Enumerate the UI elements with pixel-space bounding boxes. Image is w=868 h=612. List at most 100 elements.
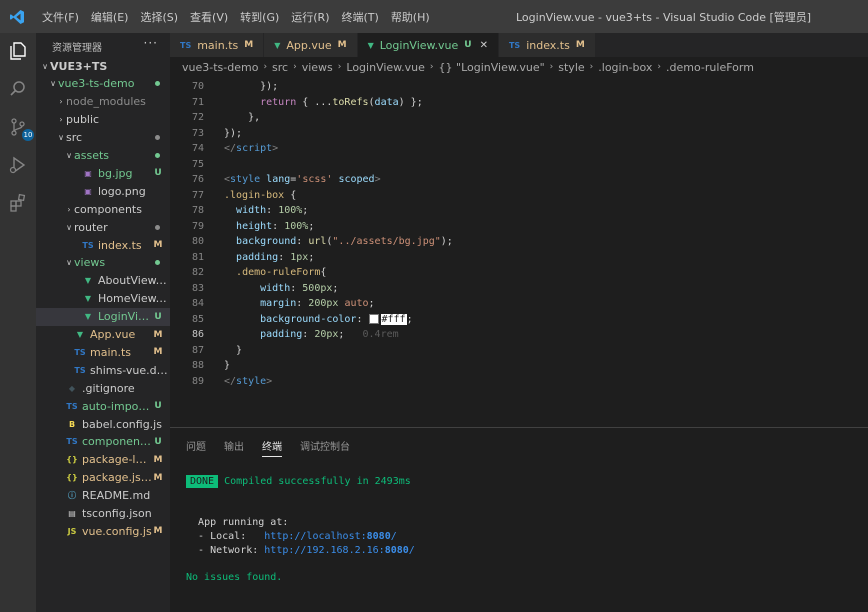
code-text: height: 100%; — [236, 220, 315, 232]
tab-index-ts[interactable]: TS index.ts M — [498, 33, 596, 57]
file-type-icon: ▤ — [68, 509, 76, 518]
search-icon[interactable] — [6, 77, 30, 101]
breadcrumb-item[interactable]: vue3-ts-demo — [182, 61, 258, 74]
code-line: 85 background-color: #fff; — [170, 312, 868, 327]
breadcrumb-item[interactable]: style — [558, 61, 584, 74]
code-line: 75 — [170, 157, 868, 172]
breadcrumb-item[interactable]: .demo-ruleForm — [666, 61, 754, 74]
title-bar: 文件(F) 编辑(E) 选择(S) 查看(V) 转到(G) 运行(R) 终端(T) 帮助(H)… — [0, 0, 868, 33]
tree-item-label: vue.config.js — [82, 524, 152, 538]
tree-item[interactable]: ∨ vue3-ts-demo — [36, 75, 170, 93]
tab-app-vue[interactable]: ▼ App.vue M — [264, 33, 358, 57]
tab-loginview-vue[interactable]: ▼ LoginView.vue U ✕ — [357, 33, 499, 57]
source-control-icon[interactable]: 10 — [6, 115, 34, 141]
tree-item[interactable]: ▣ logo.png — [36, 182, 170, 200]
tree-item[interactable]: ▼ LoginView.vueU — [36, 307, 170, 326]
tree-item[interactable]: ∨ assets — [36, 147, 170, 165]
tree-item-label: tsconfig.json — [82, 507, 152, 520]
line-number: 84 — [191, 298, 204, 309]
menu-item[interactable]: 查看(V) — [184, 9, 234, 25]
tree-item[interactable]: ∨ views — [36, 254, 170, 272]
breadcrumb-item[interactable]: {} "LoginView.vue" — [439, 61, 545, 74]
breadcrumb-item[interactable]: views — [302, 61, 333, 74]
tree-item[interactable]: ▼ App.vue M — [36, 326, 170, 344]
code-line: 86 padding: 20px; 0.4rem — [170, 327, 868, 342]
tree-item-label: HomeView.vue — [98, 292, 170, 306]
tree-item[interactable]: › components — [36, 200, 170, 218]
tree-item[interactable]: {} package.json M — [36, 469, 170, 487]
line-number: 78 — [191, 205, 204, 216]
tree-item[interactable]: ∨ VUE3+TS — [36, 57, 170, 75]
explorer-icon[interactable] — [6, 39, 30, 63]
chevron-right-icon: › — [337, 62, 342, 72]
line-number: 70 — [191, 81, 204, 92]
tab-label: LoginView.vue — [379, 38, 459, 52]
panel-tab[interactable]: 调试控制台 — [300, 438, 350, 457]
tree-item-label: LoginView.vue — [98, 310, 152, 324]
tree-item[interactable]: ∨ router — [36, 218, 170, 236]
tree-item[interactable]: ▣ bg.jpg U — [36, 164, 170, 182]
vscode-logo-icon — [6, 6, 28, 28]
menu-item[interactable]: 转到(G) — [234, 9, 285, 25]
tree-item[interactable]: ◆ .gitignore — [36, 379, 170, 397]
close-icon[interactable]: ✕ — [480, 40, 488, 51]
code-line: 87 } — [170, 343, 868, 358]
tree-item[interactable]: ▼ AboutView.vue — [36, 272, 170, 290]
more-actions-icon[interactable]: ··· — [144, 36, 158, 50]
tree-item[interactable]: JS vue.config.js M — [36, 522, 170, 540]
line-number: 73 — [191, 127, 204, 139]
panel-tab[interactable]: 终端 — [262, 438, 282, 457]
tree-item[interactable]: TS main.ts M — [36, 343, 170, 361]
tree-item[interactable]: Bbabel.config.js — [36, 415, 170, 433]
code-line: 76 <style lang='scss' scoped> — [170, 172, 868, 187]
code-text: } — [236, 344, 243, 356]
tree-item-label: package-lock.j... — [82, 453, 152, 467]
menu-item[interactable]: 选择(S) — [134, 9, 184, 25]
file-type-icon: {} — [66, 473, 78, 483]
panel-tab[interactable]: 输出 — [224, 438, 244, 457]
tree-item[interactable]: TS index.ts M — [36, 236, 170, 254]
tree-item[interactable]: ▼ HomeView.vue — [36, 290, 170, 308]
tree-item[interactable]: › public — [36, 111, 170, 129]
explorer-header: 资源管理器 — [52, 43, 102, 54]
tab-main-ts[interactable]: TS main.ts M — [170, 33, 265, 57]
file-type-icon: {} — [66, 455, 78, 465]
code-text: .login-box { — [224, 189, 297, 201]
tree-item-label: vue3-ts-demo — [58, 77, 135, 91]
tree-item[interactable]: ▤ tsconfig.json — [36, 505, 170, 523]
tree-item[interactable]: ∨ src — [36, 129, 170, 147]
line-number: 85 — [191, 313, 204, 325]
run-debug-icon[interactable] — [6, 153, 30, 177]
menu-item[interactable]: 文件(F) — [36, 9, 85, 25]
git-status-badge: U — [154, 168, 162, 179]
tree-item-label: babel.config.js — [82, 417, 162, 431]
breadcrumb-item[interactable]: src — [272, 61, 288, 74]
tree-item-label: router — [74, 220, 108, 234]
tree-item[interactable]: › node_modules — [36, 93, 170, 111]
menu-item[interactable]: 运行(R) — [285, 9, 335, 25]
code-text: return { ...toRefs(data) }; — [260, 96, 423, 108]
tree-item[interactable]: {} package-lock.j...M — [36, 451, 170, 469]
git-status-badge: U — [464, 40, 472, 50]
file-type-icon: ▼ — [76, 330, 84, 339]
breadcrumb-item[interactable]: .login-box — [598, 61, 652, 74]
tree-item[interactable]: ⓘ README.md — [36, 487, 170, 505]
code-line: 72 }, — [170, 110, 868, 125]
breadcrumb-item[interactable]: LoginView.vue — [346, 61, 425, 74]
extensions-icon[interactable] — [6, 191, 30, 215]
menu-item[interactable]: 帮助(H) — [385, 9, 436, 25]
chevron-down-icon: ∨ — [42, 61, 48, 71]
tree-item[interactable]: TS auto-imports.d.tsU — [36, 397, 170, 415]
local-url-link[interactable]: http://localhost:8080/ — [264, 531, 396, 542]
panel-tab[interactable]: 问题 — [186, 438, 206, 457]
code-editor[interactable]: 70 }); 71 return { ...toRefs(data) }; 72 }… — [170, 77, 868, 427]
tree-item[interactable]: TS components.d.tsU — [36, 433, 170, 451]
line-number: 77 — [191, 189, 204, 201]
git-status-badge: M — [153, 472, 163, 483]
tree-item[interactable]: TS shims-vue.d.ts — [36, 361, 170, 379]
menu-item[interactable]: 编辑(E) — [85, 9, 135, 25]
code-text: width: 500px; — [260, 282, 339, 294]
menu-item[interactable]: 终端(T) — [336, 9, 385, 25]
network-url-link[interactable]: http://192.168.2.16:8080/ — [264, 545, 415, 556]
code-line: 74 </script> — [170, 141, 868, 156]
